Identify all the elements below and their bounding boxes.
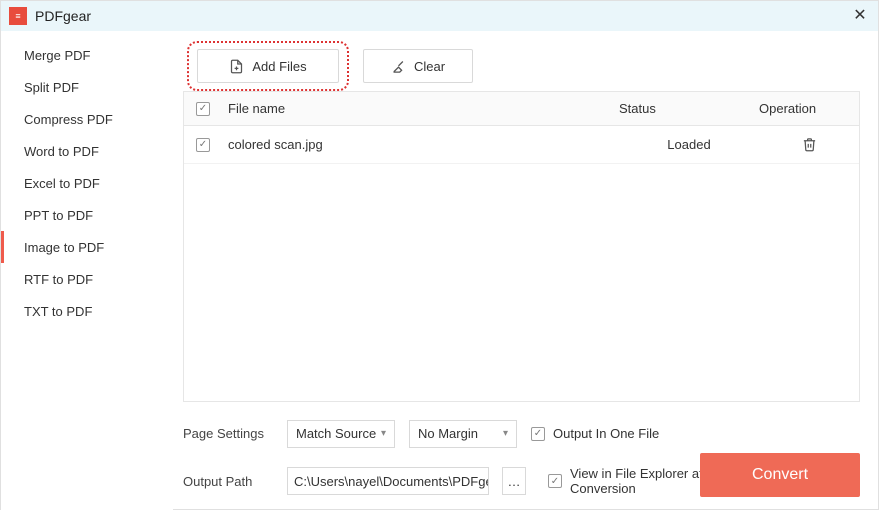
page-size-select[interactable]: Match Source ▾ (287, 420, 395, 448)
browse-path-button[interactable]: … (502, 467, 526, 495)
sidebar-item-merge[interactable]: Merge PDF (1, 39, 173, 71)
add-files-highlight: Add Files (187, 41, 349, 91)
close-icon[interactable]: ✕ (850, 5, 870, 25)
output-path-label: Output Path (183, 474, 273, 489)
output-one-file-checkbox[interactable]: ✓ (531, 427, 545, 441)
add-files-label: Add Files (252, 59, 306, 74)
clear-button[interactable]: Clear (363, 49, 473, 83)
app-title: PDFgear (35, 8, 91, 24)
sidebar-item-label: Word to PDF (24, 144, 99, 159)
view-after-checkbox[interactable]: ✓ (548, 474, 562, 488)
broom-icon (391, 59, 406, 74)
page-settings-label: Page Settings (183, 426, 273, 441)
sidebar-item-word[interactable]: Word to PDF (1, 135, 173, 167)
page-size-value: Match Source (296, 426, 376, 441)
sidebar-item-image[interactable]: Image to PDF (1, 231, 173, 263)
add-files-button[interactable]: Add Files (197, 49, 339, 83)
app-logo: ≡ (9, 7, 27, 25)
table-row: ✓ colored scan.jpg Loaded (184, 126, 859, 164)
sidebar-item-label: PPT to PDF (24, 208, 93, 223)
sidebar-item-compress[interactable]: Compress PDF (1, 103, 173, 135)
margin-value: No Margin (418, 426, 478, 441)
output-path-value: C:\Users\nayel\Documents\PDFgear (294, 474, 489, 489)
sidebar-item-label: TXT to PDF (24, 304, 92, 319)
col-operation: Operation (759, 101, 859, 116)
sidebar: Merge PDF Split PDF Compress PDF Word to… (1, 31, 173, 511)
clear-label: Clear (414, 59, 445, 74)
chevron-down-icon: ▾ (381, 428, 386, 439)
col-filename: File name (222, 101, 619, 116)
sidebar-item-label: Compress PDF (24, 112, 113, 127)
sidebar-item-label: Excel to PDF (24, 176, 100, 191)
sidebar-item-label: Merge PDF (24, 48, 90, 63)
row-status: Loaded (619, 137, 759, 152)
sidebar-item-rtf[interactable]: RTF to PDF (1, 263, 173, 295)
file-plus-icon (229, 59, 244, 74)
sidebar-item-label: Image to PDF (24, 240, 104, 255)
sidebar-item-ppt[interactable]: PPT to PDF (1, 199, 173, 231)
output-one-file-label: Output In One File (553, 426, 659, 441)
output-path-field[interactable]: C:\Users\nayel\Documents\PDFgear (287, 467, 489, 495)
select-all-checkbox[interactable]: ✓ (196, 102, 210, 116)
col-status: Status (619, 101, 759, 116)
table-header: ✓ File name Status Operation (184, 92, 859, 126)
main-panel: Add Files Clear ✓ File name Status Opera… (173, 31, 878, 511)
row-filename: colored scan.jpg (222, 137, 619, 152)
convert-label: Convert (752, 466, 808, 484)
sidebar-item-label: Split PDF (24, 80, 79, 95)
chevron-down-icon: ▾ (503, 428, 508, 439)
row-checkbox[interactable]: ✓ (196, 138, 210, 152)
titlebar: ≡ PDFgear ✕ (1, 1, 878, 31)
margin-select[interactable]: No Margin ▾ (409, 420, 517, 448)
sidebar-item-excel[interactable]: Excel to PDF (1, 167, 173, 199)
sidebar-item-label: RTF to PDF (24, 272, 93, 287)
file-table: ✓ File name Status Operation ✓ colored s… (183, 91, 860, 402)
delete-row-button[interactable] (802, 137, 817, 152)
toolbar: Add Files Clear (183, 41, 860, 91)
sidebar-item-txt[interactable]: TXT to PDF (1, 295, 173, 327)
sidebar-item-split[interactable]: Split PDF (1, 71, 173, 103)
trash-icon (802, 137, 817, 152)
convert-button[interactable]: Convert (700, 453, 860, 497)
